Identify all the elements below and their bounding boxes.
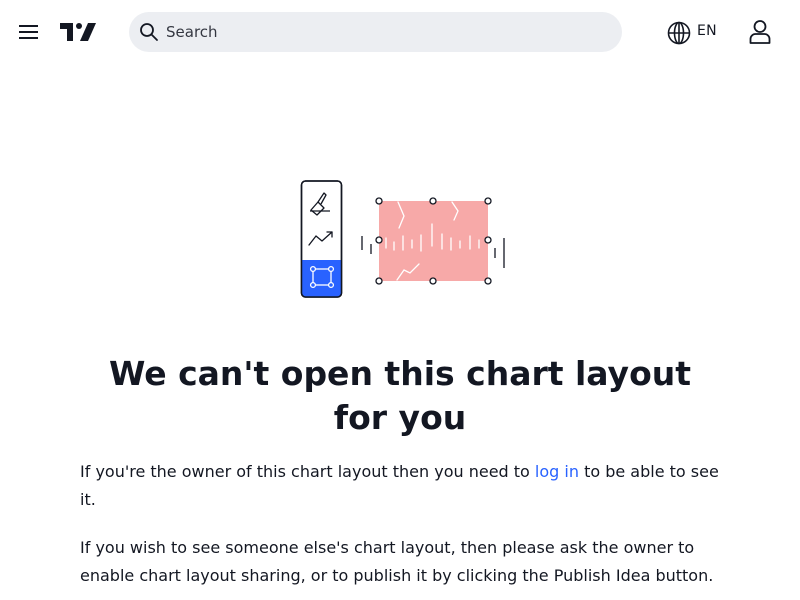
broken-chart-illustration xyxy=(300,180,505,298)
page-title: We can't open this chart layout for you xyxy=(108,354,692,437)
top-header: EN xyxy=(0,0,800,64)
search-icon xyxy=(140,23,158,41)
sharing-message: If you wish to see someone else's chart … xyxy=(80,538,714,585)
user-icon xyxy=(749,20,771,44)
drawing-toolbar-illustration xyxy=(300,180,343,298)
globe-icon xyxy=(667,21,691,45)
owner-message: If you're the owner of this chart layout… xyxy=(80,458,720,514)
broken-chart-block xyxy=(361,197,505,285)
user-menu-button[interactable] xyxy=(747,18,773,46)
menu-button[interactable] xyxy=(16,20,42,44)
tradingview-logo[interactable] xyxy=(58,20,98,44)
language-code: EN xyxy=(697,23,717,39)
menu-icon xyxy=(19,25,38,39)
owner-message-text-before: If you're the owner of this chart layout… xyxy=(80,462,535,481)
log-in-link[interactable]: log in xyxy=(535,462,579,481)
search-bar[interactable] xyxy=(129,12,622,52)
search-input[interactable] xyxy=(166,12,606,52)
